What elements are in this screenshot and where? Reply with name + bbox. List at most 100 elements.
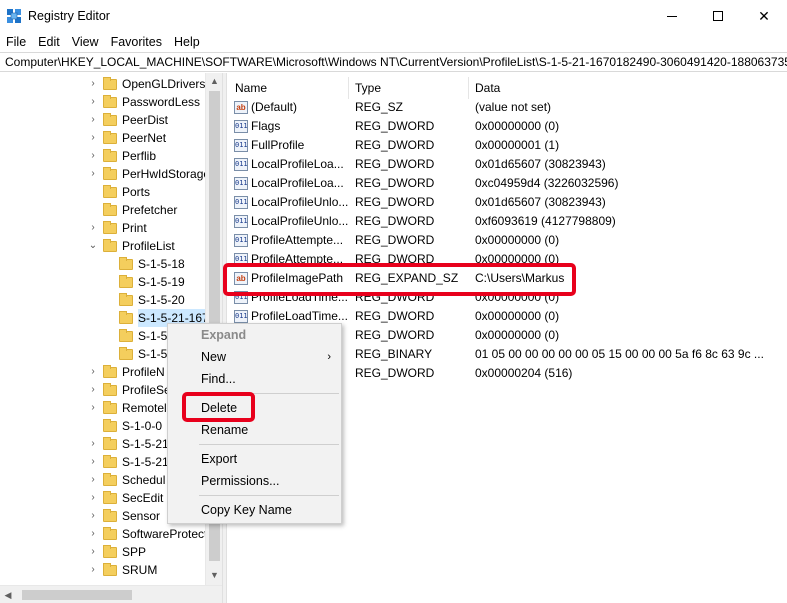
tree-item[interactable]: › Schedul [88, 471, 165, 489]
tree-item-label: S-1-5-19 [138, 275, 185, 289]
tree-item[interactable]: S-1-0-0 [88, 417, 162, 435]
scroll-up-icon[interactable]: ▲ [206, 73, 223, 89]
tree-item[interactable]: › PeerNet [88, 129, 166, 147]
tree-item[interactable]: S-1-5 [104, 345, 167, 363]
menu-bar: File Edit View Favorites Help [0, 32, 787, 52]
chevron-right-icon[interactable] [104, 331, 114, 341]
chevron-right-icon[interactable]: › [88, 564, 98, 575]
tree-item[interactable]: › PerHwIdStorage [88, 165, 210, 183]
tree-item[interactable]: › Perflib [88, 147, 156, 165]
chevron-right-icon[interactable]: › [88, 474, 98, 485]
menu-permissions[interactable]: Permissions... [168, 470, 341, 492]
menu-new[interactable]: New › [168, 346, 341, 368]
tree-item[interactable]: › SecEdit [88, 489, 163, 507]
tree-item[interactable]: › PeerDist [88, 111, 168, 129]
chevron-right-icon[interactable]: › [88, 546, 98, 557]
minimize-button[interactable] [649, 0, 695, 32]
menu-find[interactable]: Find... [168, 368, 341, 390]
value-row[interactable]: 011 LocalProfileUnlo... REG_DWORD 0xf609361… [228, 212, 787, 231]
menu-rename[interactable]: Rename [168, 419, 341, 441]
chevron-right-icon[interactable]: › [88, 510, 98, 521]
tree-item-label: SoftwareProtect [122, 527, 208, 541]
menu-expand[interactable]: Expand [168, 324, 341, 346]
chevron-right-icon[interactable]: › [88, 168, 98, 179]
chevron-right-icon[interactable]: › [88, 150, 98, 161]
tree-item[interactable]: › OpenGLDrivers [88, 75, 205, 93]
chevron-right-icon[interactable] [104, 277, 114, 287]
scroll-down-icon[interactable]: ▼ [206, 567, 223, 583]
chevron-down-icon[interactable]: ⌄ [88, 240, 98, 251]
chevron-right-icon[interactable]: › [88, 384, 98, 395]
tree-item[interactable]: › ProfileN [88, 363, 165, 381]
chevron-right-icon[interactable] [88, 421, 98, 431]
folder-icon [119, 256, 133, 270]
tree-item[interactable]: S-1-5-19 [104, 273, 185, 291]
tree-item-label: S-1-5 [138, 329, 168, 343]
scroll-thumb-horizontal[interactable] [22, 590, 132, 600]
value-row[interactable]: 011 LocalProfileLoa... REG_DWORD 0xc04959d4… [228, 174, 787, 193]
column-divider[interactable] [348, 77, 349, 99]
chevron-right-icon[interactable] [104, 349, 114, 359]
column-divider[interactable] [468, 77, 469, 99]
close-button[interactable]: ✕ [741, 0, 787, 32]
menu-favorites[interactable]: Favorites [105, 35, 168, 49]
chevron-right-icon[interactable]: › [88, 96, 98, 107]
value-row[interactable]: 011 Flags REG_DWORD 0x00000000 (0) [228, 117, 787, 136]
tree-item[interactable]: › Remotel [88, 399, 167, 417]
column-type-header[interactable]: Type [355, 77, 381, 99]
tree-item[interactable]: › S-1-5-21 [88, 453, 169, 471]
chevron-right-icon[interactable]: › [88, 132, 98, 143]
folder-icon [103, 508, 117, 522]
value-row[interactable]: ab (Default) REG_SZ (value not set) [228, 98, 787, 117]
value-row[interactable]: 011 ProfileAttempte... REG_DWORD 0x00000000… [228, 231, 787, 250]
chevron-right-icon[interactable] [104, 295, 114, 305]
chevron-right-icon[interactable]: › [88, 492, 98, 503]
chevron-right-icon[interactable]: › [88, 222, 98, 233]
tree-item[interactable]: ⌄ ProfileList [88, 237, 175, 255]
tree-item[interactable]: › ProfileSe [88, 381, 171, 399]
menu-help[interactable]: Help [168, 35, 206, 49]
address-bar[interactable]: Computer\HKEY_LOCAL_MACHINE\SOFTWARE\Mic… [0, 52, 787, 72]
value-name: ProfileLoadTime... [251, 309, 348, 323]
tree-item[interactable]: S-1-5-20 [104, 291, 185, 309]
chevron-right-icon[interactable]: › [88, 438, 98, 449]
tree-item[interactable]: Prefetcher [88, 201, 177, 219]
chevron-right-icon[interactable]: › [88, 114, 98, 125]
chevron-right-icon[interactable] [88, 205, 98, 215]
folder-icon [103, 562, 117, 576]
menu-file[interactable]: File [0, 35, 32, 49]
chevron-right-icon[interactable]: › [88, 78, 98, 89]
menu-export[interactable]: Export [168, 448, 341, 470]
chevron-right-icon[interactable] [104, 313, 114, 323]
chevron-right-icon[interactable]: › [88, 402, 98, 413]
tree-item-label: S-1-5-20 [138, 293, 185, 307]
tree-horizontal-scrollbar[interactable]: ◀ [0, 585, 222, 603]
tree-item[interactable]: › S-1-5-21 [88, 435, 169, 453]
scroll-left-icon[interactable]: ◀ [0, 587, 16, 603]
tree-item[interactable]: › SPP [88, 543, 146, 561]
menu-copy-key-name[interactable]: Copy Key Name [168, 499, 341, 521]
folder-icon [119, 310, 133, 324]
tree-item[interactable]: Ports [88, 183, 150, 201]
value-row[interactable]: 011 LocalProfileUnlo... REG_DWORD 0x01d6560… [228, 193, 787, 212]
tree-item[interactable]: › Print [88, 219, 147, 237]
menu-view[interactable]: View [66, 35, 105, 49]
tree-item[interactable]: S-1-5-18 [104, 255, 185, 273]
maximize-button[interactable] [695, 0, 741, 32]
chevron-right-icon[interactable] [104, 259, 114, 269]
chevron-right-icon[interactable] [88, 187, 98, 197]
tree-item[interactable]: › SoftwareProtect [88, 525, 207, 543]
column-data-header[interactable]: Data [475, 77, 500, 99]
tree-item[interactable]: › SRUM [88, 561, 157, 579]
menu-edit[interactable]: Edit [32, 35, 66, 49]
column-name-header[interactable]: Name [235, 77, 267, 99]
chevron-right-icon[interactable]: › [88, 456, 98, 467]
value-row[interactable]: 011 FullProfile REG_DWORD 0x00000001 (1) [228, 136, 787, 155]
tree-item[interactable]: › Sensor [88, 507, 160, 525]
value-row[interactable]: 011 LocalProfileLoa... REG_DWORD 0x01d65607… [228, 155, 787, 174]
tree-item[interactable]: › PasswordLess [88, 93, 200, 111]
chevron-right-icon[interactable]: › [88, 528, 98, 539]
context-menu: Expand New › Find... Delete Rename Expor… [167, 323, 342, 524]
tree-item[interactable]: S-1-5 [104, 327, 167, 345]
chevron-right-icon[interactable]: › [88, 366, 98, 377]
